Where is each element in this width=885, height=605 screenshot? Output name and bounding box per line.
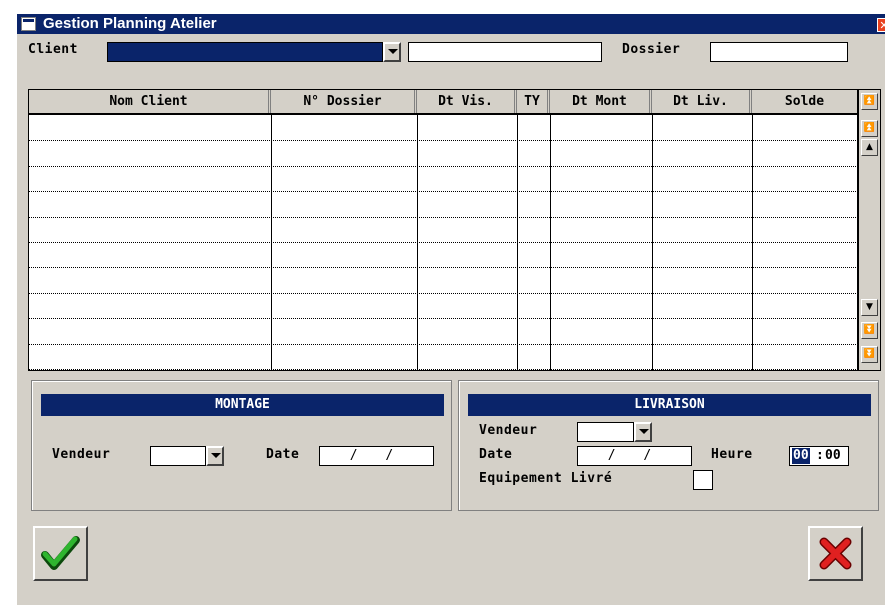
close-button[interactable]: ✕ [877,18,885,32]
checkmark-icon [41,536,80,570]
title-bar: Gestion Planning Atelier ✕ [17,14,885,34]
column-divider [417,115,418,370]
dossier-field[interactable] [710,42,848,62]
chevron-down-icon[interactable] [634,422,652,442]
window-title: Gestion Planning Atelier [43,15,217,32]
livraison-vendeur-value [577,422,634,442]
scroll-page-down-icon[interactable]: ⏬ [861,322,878,339]
col-numero-dossier[interactable]: N° Dossier [271,90,417,113]
table-row[interactable] [29,140,858,142]
dossier-grid: Nom Client N° Dossier Dt Vis. TY Dt Mont… [28,89,881,371]
ok-button[interactable] [33,526,88,581]
table-row[interactable] [29,267,858,269]
livraison-panel: LIVRAISON Vendeur Date / / Heure 00 : 00… [458,380,879,511]
livraison-heure-label: Heure [711,447,753,462]
montage-title: MONTAGE [41,394,444,416]
dossier-label: Dossier [622,42,681,57]
window-icon [21,17,36,31]
table-row[interactable] [29,343,858,345]
equipement-livre-checkbox[interactable] [693,470,713,490]
scroll-down-icon[interactable]: ▼ [861,299,878,316]
livraison-title: LIVRAISON [468,394,871,416]
table-row[interactable] [29,242,858,243]
montage-vendeur-value [150,446,206,466]
col-nom-client[interactable]: Nom Client [29,90,271,113]
table-row[interactable] [29,191,858,193]
montage-vendeur-label: Vendeur [52,447,111,462]
col-date-visite[interactable]: Dt Vis. [417,90,517,113]
app-window: Gestion Planning Atelier ✕ Client Dossie… [17,14,885,605]
chevron-down-icon[interactable] [206,446,224,466]
table-row[interactable] [29,216,858,218]
scroll-first-icon[interactable]: ⏫ [861,93,878,110]
client-combo[interactable] [107,42,401,62]
col-solde[interactable]: Solde [752,90,857,113]
grid-header: Nom Client N° Dossier Dt Vis. TY Dt Mont… [29,90,858,115]
livraison-vendeur-label: Vendeur [479,423,538,438]
livraison-heure-field[interactable]: 00 : 00 [789,446,849,466]
column-divider [271,115,272,370]
chevron-down-icon[interactable] [383,42,401,62]
montage-panel: MONTAGE Vendeur Date / / [31,380,452,511]
montage-date-field[interactable]: / / [319,446,434,466]
montage-date-label: Date [266,447,300,462]
column-divider [550,115,551,370]
client-label: Client [28,42,78,57]
col-type[interactable]: TY [517,90,550,113]
livraison-date-label: Date [479,447,513,462]
table-row[interactable] [29,369,858,370]
table-row[interactable] [29,318,858,320]
scroll-last-icon[interactable]: ⏬ [861,346,878,363]
table-row[interactable] [29,292,858,294]
cross-icon [819,537,852,570]
col-date-montage[interactable]: Dt Mont [550,90,652,113]
col-date-livraison[interactable]: Dt Liv. [652,90,752,113]
client-text-field[interactable] [408,42,602,62]
column-divider [752,115,753,370]
column-divider [517,115,518,370]
equipement-livre-label: Equipement Livré [479,471,613,486]
client-combo-value [107,42,383,62]
heure-hours[interactable]: 00 [792,448,810,464]
livraison-date-field[interactable]: / / [577,446,692,466]
livraison-vendeur-combo[interactable] [577,422,652,442]
heure-minutes[interactable]: 00 [825,447,841,465]
montage-vendeur-combo[interactable] [150,446,224,466]
scroll-page-up-icon[interactable]: ⏫ [861,120,878,137]
cancel-button[interactable] [808,526,863,581]
table-row[interactable] [29,165,858,167]
heure-separator: : [816,448,824,463]
scroll-up-icon[interactable]: ▲ [861,139,878,156]
grid-scrollbar[interactable]: ⏫ ⏫ ▲ ▼ ⏬ ⏬ [858,90,880,370]
column-divider [652,115,653,370]
